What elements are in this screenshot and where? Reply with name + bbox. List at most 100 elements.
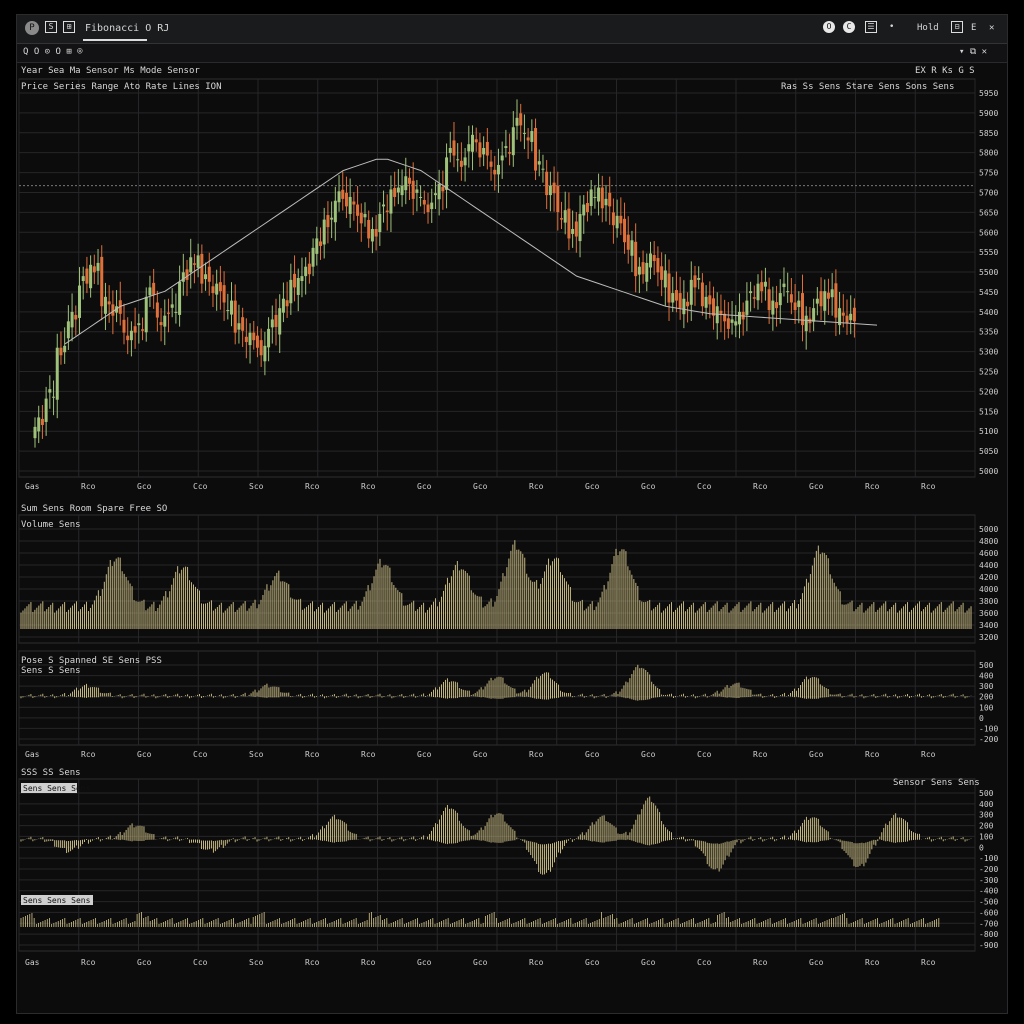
price-y-tick: 5000 <box>979 467 998 476</box>
price-x-tick: Cco <box>193 482 208 491</box>
osc1-x-tick: Rco <box>81 750 96 759</box>
candle-body <box>144 296 148 333</box>
candle-body <box>330 217 334 220</box>
osc1-y-tick: 500 <box>979 661 994 670</box>
candle-body <box>230 300 234 315</box>
candle-body <box>126 335 130 341</box>
candle-body <box>315 238 319 254</box>
candle-body <box>448 147 452 153</box>
price-y-tick: 5750 <box>979 169 998 178</box>
osc2-x-tick: Gco <box>473 958 488 967</box>
candle-body <box>793 302 797 311</box>
osc2-x-tick: Rco <box>753 958 768 967</box>
price-y-tick: 5500 <box>979 268 998 277</box>
candle-body <box>537 161 541 165</box>
candle-body <box>641 262 645 275</box>
candle-body <box>359 212 363 224</box>
candle-body <box>400 185 404 196</box>
oscillator-1-panel[interactable] <box>20 664 972 701</box>
osc2-y-tick: -700 <box>979 919 998 928</box>
candle-body <box>129 330 133 341</box>
candle-body <box>771 300 775 315</box>
candle-body <box>107 301 111 305</box>
price-x-tick: Rco <box>529 482 544 491</box>
osc1-x-tick: Rco <box>865 750 880 759</box>
candle-body <box>296 278 300 295</box>
price-y-tick: 5550 <box>979 248 998 257</box>
price-x-tick: Rco <box>865 482 880 491</box>
candle-body <box>33 426 37 439</box>
osc1-x-tick: Rco <box>361 750 376 759</box>
price-x-tick: Sco <box>249 482 264 491</box>
osc1-x-tick: Cco <box>697 750 712 759</box>
candle-body <box>204 274 208 280</box>
candle-body <box>367 219 371 239</box>
candle-body <box>667 273 671 303</box>
price-y-tick: 5300 <box>979 348 998 357</box>
candle-body <box>571 229 575 234</box>
price-x-tick: Rco <box>305 482 320 491</box>
osc2-legend-a: Sens Sens Sens <box>23 784 91 793</box>
candle-body <box>348 196 352 214</box>
price-y-tick: 5150 <box>979 407 998 416</box>
candle-body <box>222 285 226 303</box>
osc2-x-tick: Gco <box>585 958 600 967</box>
candle-body <box>356 204 360 216</box>
candle-body <box>593 196 597 198</box>
candle-body <box>619 215 623 224</box>
osc2-x-tick: Gco <box>641 958 656 967</box>
price-x-tick: Gco <box>473 482 488 491</box>
candle-body <box>556 185 560 213</box>
price-y-tick: 5350 <box>979 328 998 337</box>
candle-body <box>648 253 652 268</box>
osc2-x-tick: Rco <box>81 958 96 967</box>
candle-body <box>708 295 712 305</box>
candle-body <box>40 418 44 425</box>
candle-body <box>467 144 471 152</box>
volume-y-tick: 5000 <box>979 525 998 534</box>
candle-body <box>712 298 716 316</box>
candle-body <box>482 147 486 155</box>
candle-body <box>300 276 304 282</box>
candle-body <box>218 282 222 292</box>
candle-body <box>849 313 853 321</box>
candle-body <box>166 312 170 314</box>
osc2-y-tick: 300 <box>979 811 994 820</box>
chart-app-window: P S ⊞ Fibonacci O RJ O C ☰ • Hold ⊟ E ✕ … <box>16 14 1008 1014</box>
candle-body <box>385 210 389 213</box>
candle-body <box>74 314 78 320</box>
volume-y-tick: 4600 <box>979 549 998 558</box>
candle-body <box>760 282 764 292</box>
oscillator-2-panel[interactable] <box>20 796 972 927</box>
candle-body <box>66 321 70 339</box>
candle-body <box>333 200 337 223</box>
candle-body <box>382 204 386 207</box>
volume-panel-subtitle: Volume Sens <box>21 520 81 530</box>
candle-body <box>522 132 526 134</box>
price-y-tick: 5050 <box>979 447 998 456</box>
osc1-y-tick: 100 <box>979 703 994 712</box>
osc2-y-tick: -200 <box>979 865 998 874</box>
candle-body <box>159 322 163 326</box>
candle-body <box>103 296 107 314</box>
osc2-y-tick: -600 <box>979 908 998 917</box>
candle-body <box>430 202 434 210</box>
candle-body <box>634 241 638 277</box>
candle-body <box>393 187 397 197</box>
candle-body <box>563 210 567 223</box>
candle-body <box>267 328 271 348</box>
candle-body <box>500 155 504 161</box>
candle-body <box>248 332 252 346</box>
candle-body <box>233 300 237 333</box>
candle-body <box>797 300 801 308</box>
candle-body <box>541 168 545 170</box>
candle-body <box>100 256 104 307</box>
candle-body <box>471 134 475 152</box>
candle-body <box>526 137 530 141</box>
candle-body <box>441 186 445 192</box>
candle-body <box>519 113 523 126</box>
candle-body <box>682 298 686 315</box>
price-panel-subtitle: Price Series Range Ato Rate Lines ION <box>21 82 221 92</box>
osc2-x-tick: Rco <box>305 958 320 967</box>
candle-body <box>786 291 790 293</box>
